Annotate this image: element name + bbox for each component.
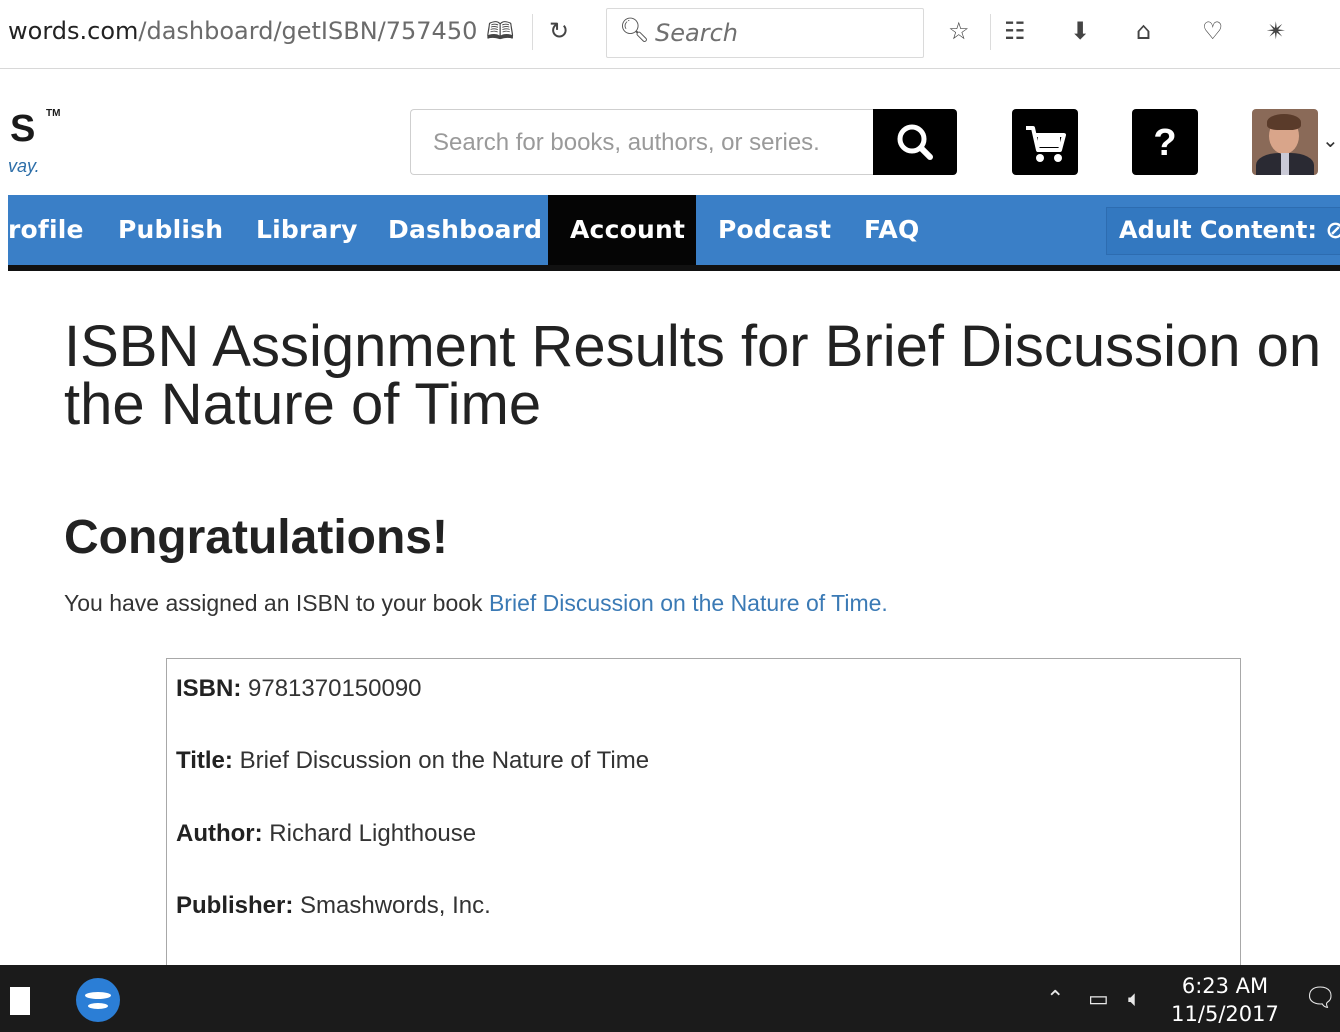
reading-list-icon[interactable]: ☷ <box>1004 16 1026 46</box>
app-icon-wave <box>85 992 111 999</box>
isbn-label: ISBN: <box>176 675 242 702</box>
thunderbird-icon[interactable] <box>76 978 120 1022</box>
url-path: /dashboard/getISBN/757450 <box>138 17 478 45</box>
taskbar-clock[interactable]: 6:23 AM 11/5/2017 <box>1170 973 1280 1029</box>
reload-icon[interactable]: ↻ <box>549 16 569 46</box>
title-value: Brief Discussion on the Nature of Time <box>232 747 650 774</box>
logo-tagline: vay. <box>8 156 40 176</box>
pocket-icon[interactable]: ♡ <box>1202 16 1224 46</box>
address-bar[interactable]: words.com/dashboard/getISBN/757450 <box>8 17 477 45</box>
main-nav: rofile Publish Library Dashboard Account… <box>8 195 1340 271</box>
adult-content-toggle[interactable]: Adult Content: ⊘ <box>1106 207 1340 255</box>
clock-time: 6:23 AM <box>1181 974 1269 998</box>
reader-view-icon[interactable]: 🕮 <box>486 16 514 46</box>
publisher-label: Publisher: <box>176 892 294 919</box>
browser-toolbar: words.com/dashboard/getISBN/757450 🕮 ↻ 🔍… <box>0 0 1340 69</box>
nav-item-publish[interactable]: Publish <box>118 215 223 244</box>
site-logo[interactable]: S <box>10 108 35 151</box>
nav-item-library[interactable]: Library <box>256 215 358 244</box>
question-icon: ? <box>1153 122 1176 164</box>
file-explorer-icon[interactable] <box>10 979 30 1015</box>
page-title: ISBN Assignment Results for Brief Discus… <box>64 314 1322 437</box>
publisher-row: Publisher: Smashwords, Inc. <box>176 892 491 920</box>
volume-icon[interactable]: 🔈︎ <box>1128 987 1141 1012</box>
browser-search-placeholder: Search <box>655 19 738 47</box>
help-button[interactable]: ? <box>1132 109 1198 175</box>
title-row: Title: Brief Discussion on the Nature of… <box>176 747 649 775</box>
bookmark-star-icon[interactable]: ☆ <box>948 16 970 46</box>
clock-date: 11/5/2017 <box>1171 1002 1279 1026</box>
avatar-hair <box>1267 114 1301 130</box>
intro-label: You have assigned an ISBN to your book <box>64 590 489 616</box>
intro-text: You have assigned an ISBN to your book B… <box>64 590 888 617</box>
nav-item-profile[interactable]: rofile <box>8 215 84 244</box>
search-icon: 🔍︎ <box>619 17 650 44</box>
chevron-down-icon[interactable]: ⌄ <box>1322 128 1339 153</box>
url-domain: words.com <box>8 17 139 45</box>
downloads-icon[interactable]: ⬇ <box>1070 16 1090 46</box>
browser-search-box[interactable]: 🔍︎ Search <box>606 8 924 58</box>
chevron-up-icon[interactable]: ⌃ <box>1046 987 1064 1012</box>
toolbar-divider <box>990 14 991 50</box>
svg-text:?: ? <box>1153 122 1176 164</box>
cart-icon <box>1026 126 1066 162</box>
site-search-input[interactable]: Search for books, authors, or series. <box>410 109 873 175</box>
author-row: Author: Richard Lighthouse <box>176 820 476 848</box>
adult-content-label: Adult Content: ⊘ <box>1119 216 1340 244</box>
author-value: Richard Lighthouse <box>262 820 477 847</box>
cart-button[interactable] <box>1012 109 1078 175</box>
toolbar-divider <box>532 14 533 50</box>
isbn-row: ISBN: 9781370150090 <box>176 675 422 703</box>
notifications-icon[interactable]: 🗨︎ <box>1304 983 1337 1013</box>
site-search-button[interactable] <box>873 109 957 175</box>
congratulations-heading: Congratulations! <box>64 511 448 564</box>
logo-trademark: TM <box>46 108 61 119</box>
nav-item-dashboard[interactable]: Dashboard <box>388 215 542 244</box>
nav-item-account[interactable]: Account <box>570 215 685 244</box>
extension-icon[interactable]: ✴ <box>1266 16 1286 46</box>
publisher-value: Smashwords, Inc. <box>293 892 491 919</box>
title-label: Title: <box>176 747 233 774</box>
taskbar: ⌃ ▭ 🔈︎ 6:23 AM 11/5/2017 🗨︎ <box>0 965 1340 1032</box>
avatar-tie <box>1281 153 1289 175</box>
battery-icon[interactable]: ▭ <box>1088 987 1109 1012</box>
avatar[interactable] <box>1252 109 1318 175</box>
search-icon <box>897 124 933 160</box>
author-label: Author: <box>176 820 263 847</box>
home-icon[interactable]: ⌂ <box>1136 16 1151 46</box>
nav-item-faq[interactable]: FAQ <box>864 215 919 244</box>
site-search-placeholder: Search for books, authors, or series. <box>433 129 820 156</box>
book-link[interactable]: Brief Discussion on the Nature of Time. <box>489 590 888 616</box>
app-icon-wave <box>88 1003 108 1009</box>
isbn-details-box: ISBN: 9781370150090 Title: Brief Discuss… <box>166 658 1241 998</box>
nav-item-podcast[interactable]: Podcast <box>718 215 831 244</box>
isbn-value: 9781370150090 <box>241 675 422 702</box>
